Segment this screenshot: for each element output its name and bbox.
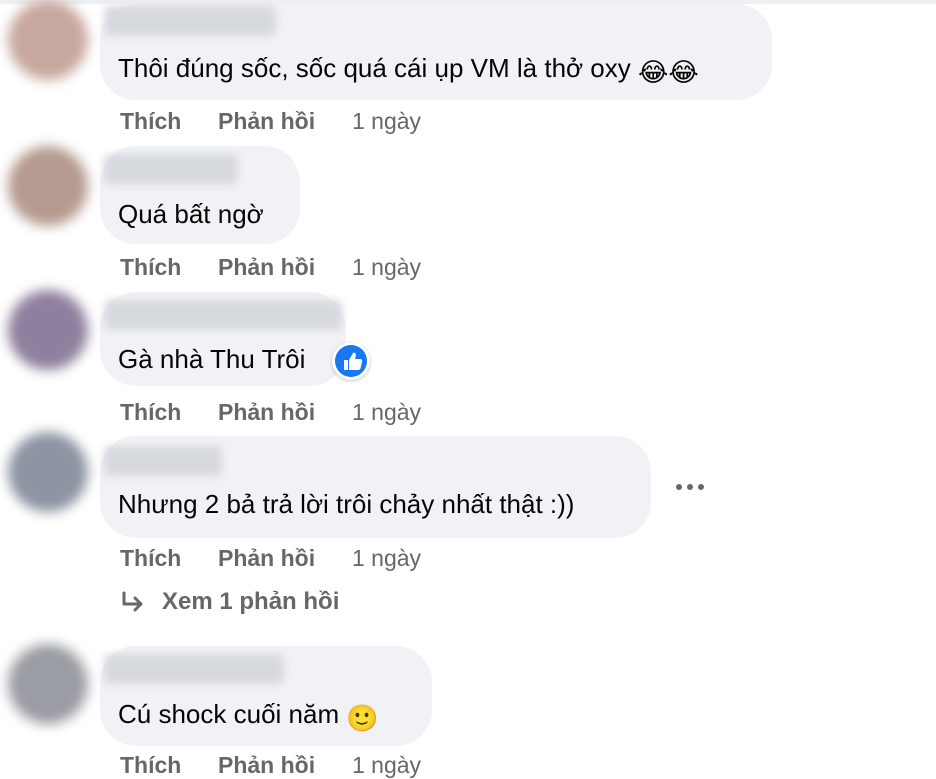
like-reaction-badge[interactable] (332, 342, 370, 380)
avatar[interactable] (8, 644, 88, 724)
like-button[interactable]: Thích (120, 545, 181, 572)
comment-text: Nhưng 2 bả trả lời trôi chảy nhất thật :… (118, 489, 575, 519)
thumbs-up-icon (344, 352, 363, 370)
comment-text: Thôi đúng sốc, sốc quá cái ụp VM là thở … (118, 53, 699, 87)
comment-text: Gà nhà Thu Trôi (118, 344, 306, 374)
timestamp[interactable]: 1 ngày (352, 545, 421, 572)
author-name-blurred[interactable] (104, 6, 276, 36)
reply-button[interactable]: Phản hồi (218, 545, 315, 572)
timestamp[interactable]: 1 ngày (352, 752, 421, 779)
comment-text: Cú shock cuối năm 🙂 (118, 699, 379, 733)
rolling-laughing-emoji: 😂😂 (638, 57, 699, 87)
author-name-blurred[interactable] (104, 446, 222, 476)
timestamp[interactable]: 1 ngày (352, 399, 421, 426)
more-options-button[interactable] (670, 477, 710, 497)
author-name-blurred[interactable] (104, 654, 284, 684)
author-name-blurred[interactable] (104, 300, 342, 330)
reply-button[interactable]: Phản hồi (218, 254, 315, 281)
more-options-icon (676, 484, 682, 490)
avatar[interactable] (8, 0, 88, 80)
like-button[interactable]: Thích (120, 108, 181, 135)
timestamp[interactable]: 1 ngày (352, 108, 421, 135)
like-button[interactable]: Thích (120, 399, 181, 426)
reply-button[interactable]: Phản hồi (218, 399, 315, 426)
avatar[interactable] (8, 290, 88, 370)
avatar[interactable] (8, 146, 88, 226)
slightly-smiling-emoji: 🙂 (346, 703, 379, 733)
timestamp[interactable]: 1 ngày (352, 254, 421, 281)
author-name-blurred[interactable] (104, 154, 238, 184)
reply-button[interactable]: Phản hồi (218, 108, 315, 135)
reply-arrow-icon (122, 591, 143, 612)
like-button[interactable]: Thích (120, 752, 181, 779)
avatar[interactable] (8, 432, 88, 512)
reply-button[interactable]: Phản hồi (218, 752, 315, 779)
comment-text: Quá bất ngờ (118, 199, 264, 229)
like-button[interactable]: Thích (120, 254, 181, 281)
view-replies-label: Xem 1 phản hồi (162, 588, 340, 615)
